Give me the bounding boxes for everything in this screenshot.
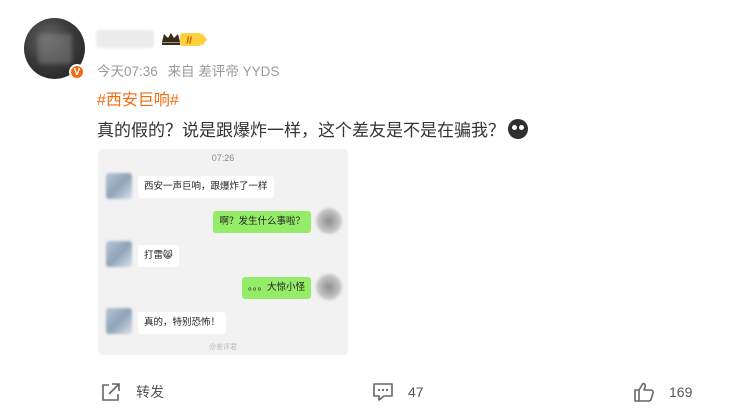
comment-count: 47 [408,384,424,400]
chat-screenshot-image[interactable]: 07:26 西安一声巨响，跟爆炸了一样 啊？发生什么事啦？ 打雷😸 。。。大惊小… [98,149,348,355]
chat-time: 07:26 [211,153,235,163]
chat-avatar-left [106,173,132,199]
timestamp[interactable]: 今天07:36 [97,64,158,79]
comment-button[interactable]: 47 [372,382,424,402]
hashtag-link[interactable]: #西安巨响# [97,86,179,110]
chat-bubble-left: 打雷😸 [138,245,179,267]
comment-icon [373,383,393,401]
post-source: 来自 差评帝 YYDS [167,64,280,79]
chat-bubble-right: 。。。大惊小怪 [241,277,311,299]
chat-avatar-left [106,308,132,334]
post-meta: 今天07:36 来自 差评帝 YYDS [97,60,285,80]
image-watermark: @差评君 [208,344,238,351]
post-text: 真的假的？说是跟爆炸一样，这个差友是不是在骗我？ [97,116,528,141]
like-button[interactable]: 169 [633,382,692,402]
thumbs-up-icon [634,382,654,402]
level-badge-icon[interactable]: II [158,30,208,48]
chat-avatar-right [316,274,342,300]
post-text-content: 真的假的？说是跟爆炸一样，这个差友是不是在骗我？ [97,121,505,140]
chat-avatar-right [316,208,342,234]
repost-button[interactable]: 转发 [100,382,164,402]
chat-bubble-left: 西安一声巨响，跟爆炸了一样 [138,176,274,198]
shocked-face-emoji-icon [508,118,528,139]
chat-bubble-right: 啊？发生什么事啦？ [213,211,311,233]
chat-bubble-left: 真的，特别恐怖！ [138,312,227,334]
verified-badge-icon: V [69,64,85,80]
repost-label: 转发 [136,384,164,400]
share-icon [102,383,120,401]
level-label: II [186,36,192,47]
username-redacted[interactable] [96,30,154,48]
chat-avatar-left [106,241,132,267]
like-count: 169 [669,384,693,400]
avatar-blur [38,34,72,64]
